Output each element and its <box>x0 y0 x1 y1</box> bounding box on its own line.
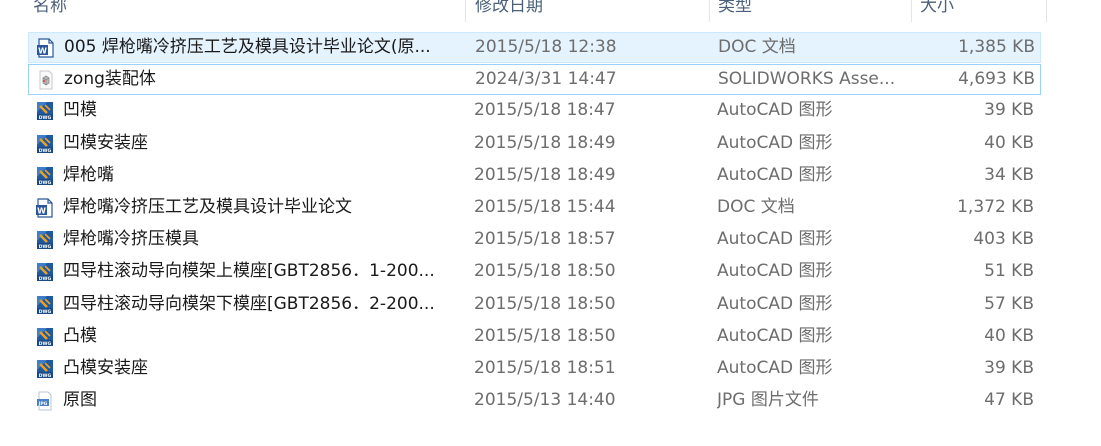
word-doc-icon: W <box>36 38 56 58</box>
file-type: AutoCAD 图形 <box>717 229 833 249</box>
file-type: AutoCAD 图形 <box>717 100 833 120</box>
file-name: zong装配体 <box>64 69 156 89</box>
file-type: DOC 文档 <box>717 197 795 217</box>
svg-text:W: W <box>38 46 47 55</box>
file-row[interactable]: W 焊枪嘴冷挤压工艺及模具设计毕业论文 2015/5/18 15:44 DOC 文档… <box>28 193 1041 224</box>
file-row[interactable]: zong装配体 2024/3/31 14:47 SOLIDWORKS Asse...… <box>28 64 1041 95</box>
file-row[interactable]: DWG 凹模安装座 2015/5/18 18:49 AutoCAD 图形 40 KB <box>28 129 1041 160</box>
svg-text:DWG: DWG <box>39 276 52 282</box>
dwg-file-icon: DWG <box>35 230 55 250</box>
file-modified-date: 2015/5/18 18:50 <box>474 261 616 281</box>
file-size: 57 KB <box>984 294 1034 314</box>
file-type: AutoCAD 图形 <box>717 261 833 281</box>
file-size: 39 KB <box>984 100 1034 120</box>
file-name: 005 焊枪嘴冷挤压工艺及模具设计毕业论文(原... <box>64 37 431 57</box>
file-size: 40 KB <box>984 133 1034 153</box>
svg-text:DWG: DWG <box>39 148 52 154</box>
file-modified-date: 2015/5/18 15:44 <box>474 197 616 217</box>
file-row[interactable]: W 005 焊枪嘴冷挤压工艺及模具设计毕业论文(原... 2015/5/18 12… <box>28 32 1041 63</box>
file-size: 34 KB <box>984 165 1034 185</box>
file-size: 1,372 KB <box>957 197 1034 217</box>
column-divider[interactable] <box>1046 0 1047 22</box>
file-row[interactable]: DWG 凸模安装座 2015/5/18 18:51 AutoCAD 图形 39 KB <box>28 354 1041 385</box>
file-modified-date: 2015/5/18 18:51 <box>474 358 616 378</box>
file-type: AutoCAD 图形 <box>717 133 833 153</box>
file-name: 凹模安装座 <box>63 133 148 153</box>
file-modified-date: 2015/5/18 18:50 <box>474 294 616 314</box>
file-row[interactable]: JPG 原图 2015/5/13 14:40 JPG 图片文件 47 KB <box>28 386 1041 417</box>
dwg-file-icon: DWG <box>35 166 55 186</box>
svg-text:DWG: DWG <box>39 373 52 379</box>
dwg-file-icon: DWG <box>35 327 55 347</box>
column-header-date[interactable]: 修改日期 <box>475 0 705 22</box>
file-name: 焊枪嘴 <box>63 165 114 185</box>
file-type: AutoCAD 图形 <box>717 294 833 314</box>
file-name: 原图 <box>63 390 97 410</box>
file-modified-date: 2015/5/18 18:47 <box>474 100 616 120</box>
file-modified-date: 2015/5/18 18:50 <box>474 326 616 346</box>
file-modified-date: 2015/5/18 12:38 <box>475 37 617 57</box>
dwg-file-icon: DWG <box>35 359 55 379</box>
column-header-name[interactable]: 名称 <box>33 0 453 22</box>
file-name: 凸模 <box>63 326 97 346</box>
file-size: 47 KB <box>984 390 1034 410</box>
svg-text:DWG: DWG <box>39 244 52 250</box>
file-modified-date: 2015/5/18 18:49 <box>474 165 616 185</box>
file-name: 四导柱滚动导向模架下模座[GBT2856．2-200... <box>63 294 435 314</box>
file-row[interactable]: DWG 焊枪嘴冷挤压模具 2015/5/18 18:57 AutoCAD 图形 403… <box>28 225 1041 256</box>
file-size: 4,693 KB <box>958 69 1035 89</box>
file-size: 39 KB <box>984 358 1034 378</box>
file-type: JPG 图片文件 <box>717 390 819 410</box>
svg-text:W: W <box>37 206 46 215</box>
svg-text:DWG: DWG <box>39 180 52 186</box>
file-size: 51 KB <box>984 261 1034 281</box>
file-type: SOLIDWORKS Asse... <box>718 69 896 89</box>
file-type: AutoCAD 图形 <box>717 358 833 378</box>
column-header-type[interactable]: 类型 <box>718 0 903 22</box>
column-header-bar: 名称 修改日期 类型 大小 <box>0 0 1101 22</box>
svg-text:DWG: DWG <box>39 341 52 347</box>
file-name: 凹模 <box>63 100 97 120</box>
file-modified-date: 2015/5/13 14:40 <box>474 390 616 410</box>
file-size: 40 KB <box>984 326 1034 346</box>
file-row[interactable]: DWG 焊枪嘴 2015/5/18 18:49 AutoCAD 图形 34 KB <box>28 161 1041 192</box>
word-doc-icon: W <box>35 198 55 218</box>
column-divider[interactable] <box>709 0 710 22</box>
svg-text:DWG: DWG <box>39 115 52 121</box>
file-size: 403 KB <box>973 229 1034 249</box>
dwg-file-icon: DWG <box>35 101 55 121</box>
solidworks-assembly-icon <box>36 70 56 90</box>
dwg-file-icon: DWG <box>35 295 55 315</box>
column-divider[interactable] <box>465 0 466 22</box>
file-type: AutoCAD 图形 <box>717 165 833 185</box>
svg-text:JPG: JPG <box>38 401 48 407</box>
file-modified-date: 2015/5/18 18:57 <box>474 229 616 249</box>
file-size: 1,385 KB <box>958 37 1035 57</box>
file-row[interactable]: DWG 四导柱滚动导向模架下模座[GBT2856．2-200... 2015/5/… <box>28 290 1041 321</box>
dwg-file-icon: DWG <box>35 262 55 282</box>
jpg-image-icon: JPG <box>35 391 55 411</box>
file-name: 焊枪嘴冷挤压工艺及模具设计毕业论文 <box>63 197 352 217</box>
file-modified-date: 2015/5/18 18:49 <box>474 133 616 153</box>
file-row[interactable]: DWG 凸模 2015/5/18 18:50 AutoCAD 图形 40 KB <box>28 322 1041 353</box>
file-type: DOC 文档 <box>718 37 796 57</box>
column-header-size[interactable]: 大小 <box>920 0 1040 22</box>
file-modified-date: 2024/3/31 14:47 <box>475 69 617 89</box>
file-row[interactable]: DWG 凹模 2015/5/18 18:47 AutoCAD 图形 39 KB <box>28 96 1041 127</box>
file-name: 凸模安装座 <box>63 358 148 378</box>
file-row[interactable]: DWG 四导柱滚动导向模架上模座[GBT2856．1-200... 2015/5/… <box>28 257 1041 288</box>
file-name: 四导柱滚动导向模架上模座[GBT2856．1-200... <box>63 261 435 281</box>
column-divider[interactable] <box>911 0 912 22</box>
file-type: AutoCAD 图形 <box>717 326 833 346</box>
svg-text:DWG: DWG <box>39 309 52 315</box>
dwg-file-icon: DWG <box>35 134 55 154</box>
file-name: 焊枪嘴冷挤压模具 <box>63 229 199 249</box>
